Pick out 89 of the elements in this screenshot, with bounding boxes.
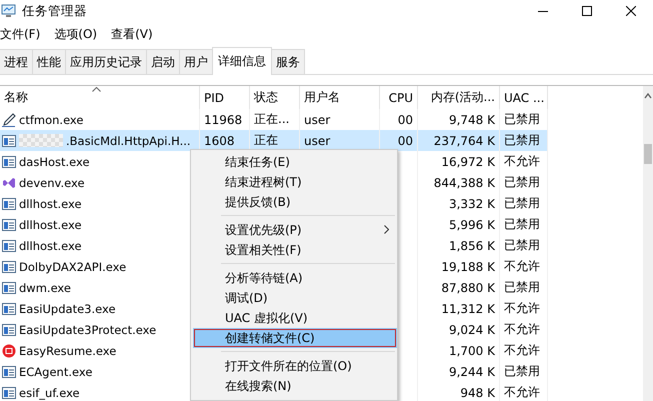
table-cell: 已禁用 (500, 214, 548, 235)
process-name: dllhost.exe (19, 218, 82, 232)
table-cell: 已禁用 (500, 193, 548, 214)
process-window-icon (2, 196, 16, 210)
close-icon (626, 6, 636, 16)
tab[interactable]: 性能 (32, 49, 66, 74)
process-window-icon (2, 260, 16, 274)
process-name: EasiUpdate3.exe (19, 302, 116, 316)
table-cell: 9,024 K (418, 319, 500, 340)
table-cell: 已禁用 (500, 277, 548, 298)
pencil-icon (2, 112, 16, 126)
table-cell: 1,856 K (418, 235, 500, 256)
process-name: DolbyDAX2API.exe (19, 260, 126, 274)
menu-item[interactable]: 设置优先级(P) (191, 220, 397, 240)
table-cell: 不允许 (500, 319, 548, 340)
process-name: EasyResume.exe (19, 344, 116, 358)
process-window-icon (2, 154, 16, 168)
table-cell: 9,244 K (418, 361, 500, 382)
table-cell: 5,996 K (418, 214, 500, 235)
table-cell: 已禁用 (500, 361, 548, 382)
table-cell: 已禁用 (500, 172, 548, 193)
column-header[interactable]: PID (200, 86, 250, 109)
scrollbar[interactable] (643, 86, 653, 401)
table-cell: 不允许 (500, 382, 548, 401)
tab[interactable]: 应用历史记录 (65, 49, 147, 74)
table-cell: 844,388 K (418, 172, 500, 193)
process-name: devenv.exe (19, 176, 85, 190)
scroll-up-icon[interactable] (644, 92, 652, 100)
tab[interactable]: 服务 (271, 49, 305, 74)
column-header[interactable]: 名称 (0, 86, 200, 109)
menu-item[interactable]: 结束任务(E) (191, 152, 397, 172)
table-cell: 948 K (418, 382, 500, 401)
column-header[interactable]: 状态 (250, 86, 300, 109)
tab[interactable]: 启动 (146, 49, 180, 74)
process-window-icon (2, 322, 16, 336)
table-cell: 19,188 K (418, 256, 500, 277)
sort-caret-icon (92, 87, 101, 92)
process-name: dllhost.exe (19, 238, 82, 252)
menu-item[interactable]: UAC 虚拟化(V) (191, 308, 397, 328)
menu-item[interactable]: 提供反馈(B) (191, 192, 397, 212)
process-name: esif_uf.exe (19, 386, 80, 400)
menu-item[interactable]: 结束进程树(T) (191, 172, 397, 192)
process-window-icon (2, 364, 16, 378)
process-window-icon (2, 386, 16, 400)
tab[interactable]: 进程 (0, 49, 33, 74)
process-name: ECAgent.exe (19, 364, 92, 378)
process-name: dasHost.exe (19, 154, 90, 168)
tab[interactable]: 详细信息 (212, 47, 272, 75)
table-cell: 已禁用 (500, 235, 548, 256)
column-header[interactable]: UAC ... (500, 86, 548, 109)
table-cell: 16,972 K (418, 151, 500, 172)
process-name: EasiUpdate3Protect.exe (19, 322, 156, 336)
process-window-icon (2, 238, 16, 252)
table-cell: 11,312 K (418, 298, 500, 319)
column-header[interactable]: CPU (380, 86, 418, 109)
process-window-icon (2, 218, 16, 232)
table-cell: 已禁用 (500, 130, 548, 151)
table-cell: 不允许 (500, 298, 548, 319)
table-cell: 不允许 (500, 151, 548, 172)
table-cell: 3,332 K (418, 193, 500, 214)
table-cell: 87,880 K (418, 277, 500, 298)
table-cell: 不允许 (500, 256, 548, 277)
process-window-icon (2, 134, 16, 148)
process-name: ctfmon.exe (19, 112, 84, 126)
scroll-thumb[interactable] (644, 144, 652, 164)
tab[interactable]: 用户 (179, 49, 213, 74)
column-header[interactable]: 用户名 (300, 86, 380, 109)
chevron-right-icon (384, 225, 389, 234)
menu-item[interactable]: 调试(D) (191, 288, 397, 308)
process-name: dwm.exe (19, 280, 71, 294)
menu-item[interactable]: 在线搜索(N) (191, 376, 397, 396)
round-app-logo-icon (2, 344, 16, 358)
process-window-icon (2, 280, 16, 294)
table-cell: 不允许 (500, 340, 548, 361)
menu-item[interactable]: 选项(O) (54, 26, 98, 42)
process-name: dllhost.exe (19, 196, 82, 210)
table-cell: 1,700 K (418, 340, 500, 361)
menu-item[interactable]: 文件(F) (0, 26, 40, 42)
window-title: 任务管理器 (22, 2, 88, 20)
process-name: .BasicMdl.HttpApi.H... (66, 134, 191, 148)
table-cell: 237,764 K (418, 130, 500, 151)
menu-item[interactable]: 查看(V) (111, 26, 153, 42)
infinity-logo-icon (2, 176, 16, 190)
menu-item[interactable]: 创建转储文件(C) (193, 328, 397, 348)
selected-row[interactable]: .BasicMdl.HttpApi.H... 1608 正在 user 00 237,764 K 已禁用 (0, 130, 548, 151)
column-header[interactable]: 内存(活动... (418, 86, 500, 109)
monitor-icon (1, 4, 16, 18)
maximize-icon (582, 6, 592, 16)
process-window-icon (2, 302, 16, 316)
